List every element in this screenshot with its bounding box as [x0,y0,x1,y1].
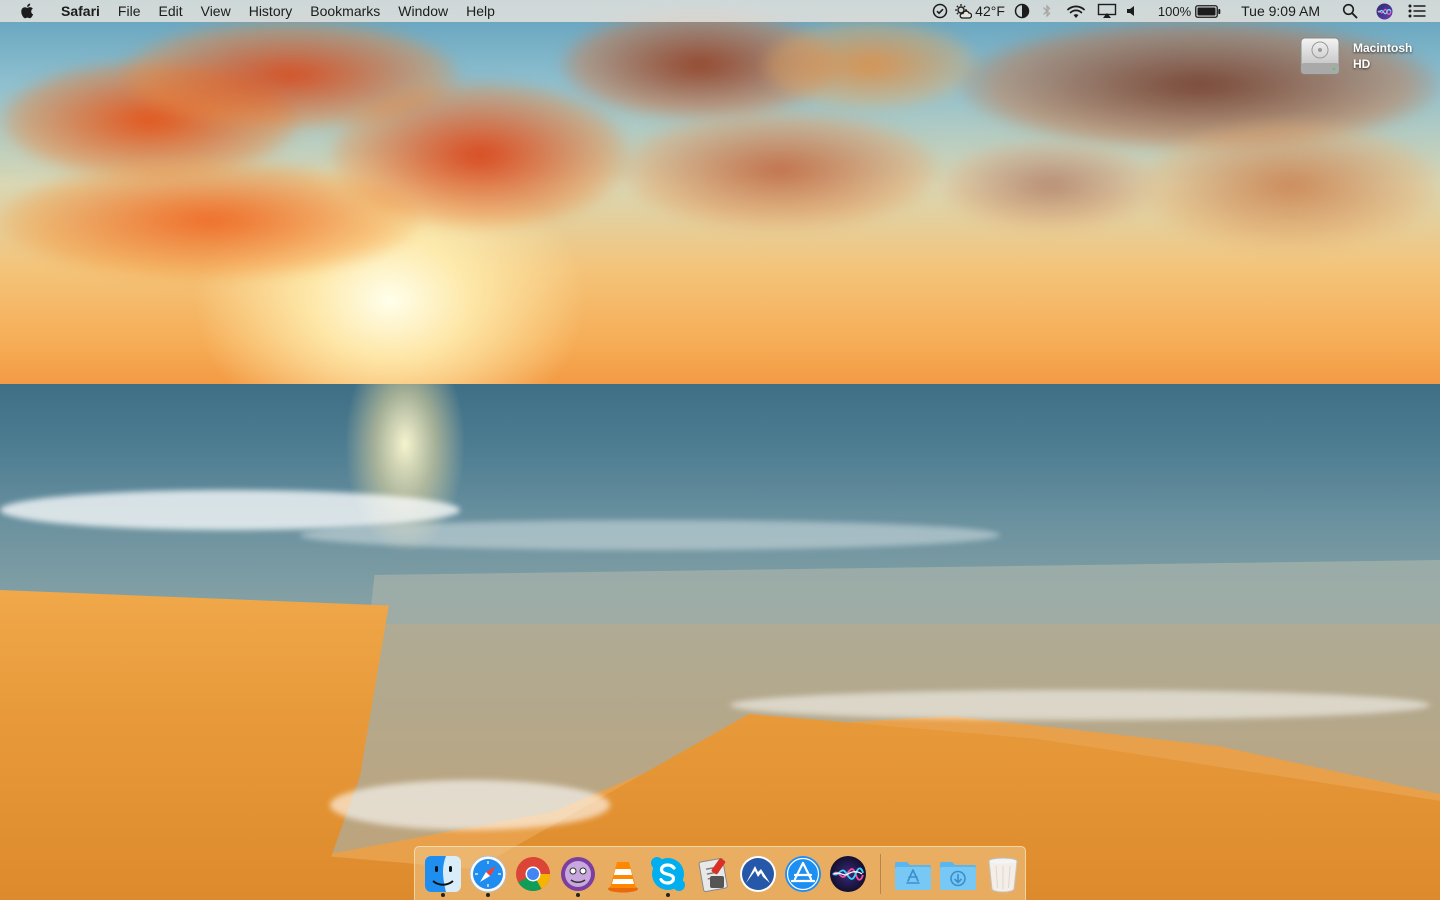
dock-trash[interactable] [980,850,1025,898]
vlc-icon [603,854,643,894]
wallpaper-foam [730,690,1430,720]
weather-temperature[interactable]: 42°F [975,0,1005,22]
volume-icon[interactable] [1126,0,1140,22]
night-shift-icon[interactable] [1014,0,1030,22]
dock-app-siri[interactable] [825,850,870,898]
dock-app-chrome[interactable] [510,850,555,898]
wallpaper-foam [330,780,610,830]
menu-edit[interactable]: Edit [149,0,191,22]
dock-separator [880,853,881,894]
script-editor-icon [693,854,733,894]
app-store-icon [783,854,823,894]
menu-file[interactable]: File [109,0,150,22]
dock-stack-downloads[interactable] [935,850,980,898]
menu-history[interactable]: History [240,0,302,22]
weather-sun-cloud-icon[interactable] [954,0,973,22]
spotlight-search-icon[interactable] [1342,0,1358,22]
trash-icon [983,854,1023,894]
battery-icon[interactable] [1195,0,1221,22]
siri-icon[interactable] [1376,0,1393,22]
running-indicator [665,892,670,897]
dock-app-vlc[interactable] [600,850,645,898]
battery-percentage[interactable]: 100% [1158,0,1191,22]
menu-extras: 42°F 100% Tue 9:09 AM [923,0,1440,22]
wallpaper-cloud [620,110,940,230]
skype-icon [648,854,688,894]
finder-icon [423,854,463,894]
running-indicator [440,892,445,897]
wallpaper-foam [300,520,1000,550]
applications-folder-icon [893,854,933,894]
wallpaper-cloud [940,140,1160,230]
siri-icon [828,854,868,894]
menu-app-name[interactable]: Safari [52,0,109,22]
menu-view[interactable]: View [192,0,240,22]
wallpaper-cloud [330,80,630,230]
bluetooth-icon[interactable] [1042,0,1052,22]
dock-app-finder[interactable] [420,850,465,898]
apple-menu-icon[interactable] [18,2,36,20]
running-indicator [575,892,580,897]
running-indicator [485,892,490,897]
dock-app-alfred[interactable] [555,850,600,898]
downloads-folder-icon [938,854,978,894]
wifi-icon[interactable] [1066,0,1086,22]
desktop-icon-macintosh-hd[interactable]: Macintosh HD [1299,34,1429,78]
hard-drive-icon [1299,35,1341,77]
dock-app-safari[interactable] [465,850,510,898]
dock-app-app-store[interactable] [780,850,825,898]
desktop-wallpaper [0,0,1440,900]
wallpaper-cloud [1140,120,1440,250]
menu-help[interactable]: Help [457,0,504,22]
airplay-icon[interactable] [1097,0,1117,22]
alfred-icon [558,854,598,894]
menu-window[interactable]: Window [389,0,457,22]
dock [414,846,1026,900]
safari-icon [468,854,508,894]
chrome-icon [513,854,553,894]
menu-bar: Safari File Edit View History Bookmarks … [0,0,1440,22]
menu-bookmarks[interactable]: Bookmarks [301,0,389,22]
dock-app-nordvpn[interactable] [735,850,780,898]
dock-app-script-editor[interactable] [690,850,735,898]
nordvpn-icon [738,854,778,894]
dock-app-skype[interactable] [645,850,690,898]
dock-stack-applications[interactable] [890,850,935,898]
checkmark-clock-icon[interactable] [932,0,948,22]
wallpaper-cloud [760,20,980,110]
menubar-clock[interactable]: Tue 9:09 AM [1241,0,1320,22]
desktop-icon-label: Macintosh HD [1353,41,1413,71]
notification-center-icon[interactable] [1408,0,1426,22]
